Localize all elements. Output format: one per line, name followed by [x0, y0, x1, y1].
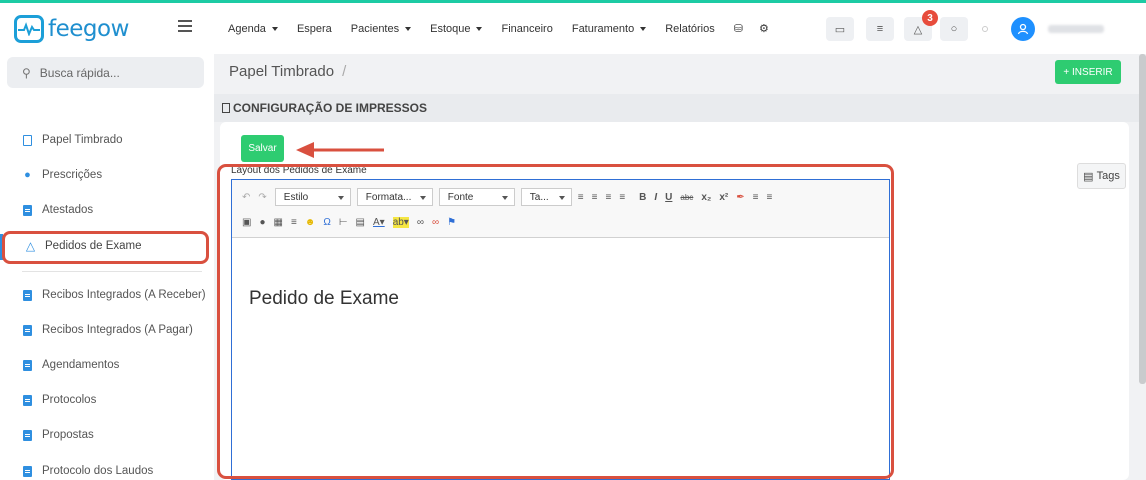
document-plus-icon — [22, 204, 33, 216]
document-icon — [22, 429, 33, 441]
annotation-highlight — [2, 231, 209, 264]
nav-item-agenda[interactable]: Agenda — [228, 23, 278, 35]
document-icon — [22, 289, 33, 301]
sidebar-item-protocolos[interactable]: Protocolos — [0, 385, 214, 415]
document-icon — [222, 103, 230, 113]
tags-button[interactable]: ▤ Tags — [1077, 163, 1126, 189]
search-icon: ⚲ — [22, 65, 31, 80]
nav-item-financeiro[interactable]: Financeiro — [501, 23, 552, 35]
user-name-blurred[interactable] — [1048, 25, 1104, 33]
caret-down-icon — [405, 26, 412, 31]
page-scrollbar[interactable] — [1139, 54, 1146, 384]
sidebar-item-recibos-receber[interactable]: Recibos Integrados (A Receber) — [0, 280, 214, 310]
status-dot — [982, 26, 988, 32]
menu-toggle-icon[interactable] — [178, 20, 192, 35]
heartbeat-icon — [14, 14, 44, 43]
nav-item-espera[interactable]: Espera — [297, 23, 332, 35]
save-button[interactable]: Salvar — [241, 135, 284, 162]
list-icon: ▤ — [1083, 170, 1094, 183]
top-bar: feegow Agenda Espera Pacientes Estoque F… — [0, 0, 1146, 54]
gear-icon[interactable]: ⚙ — [759, 22, 769, 35]
main-nav: Agenda Espera Pacientes Estoque Financei… — [228, 3, 785, 54]
document-icon — [22, 359, 33, 371]
document-icon — [22, 394, 33, 406]
pills-icon: ● — [24, 169, 31, 181]
notification-badge: 3 — [922, 10, 938, 26]
user-avatar[interactable] — [1011, 17, 1035, 41]
chat-icon[interactable]: ○ — [940, 17, 968, 41]
sidebar-item-atestados[interactable]: Atestados — [0, 195, 214, 225]
checklist-icon[interactable]: ≡ — [866, 17, 894, 41]
sidebar-item-prescricoes[interactable]: ● Prescrições — [0, 160, 214, 190]
document-icon — [22, 465, 33, 477]
nav-item-pacientes[interactable]: Pacientes — [351, 23, 412, 35]
inbox-icon[interactable]: ▭ — [826, 17, 854, 41]
sidebar: ⚲ Busca rápida... Papel Timbrado ● Presc… — [0, 54, 214, 480]
annotation-arrow — [296, 142, 384, 158]
search-input[interactable]: ⚲ Busca rápida... — [7, 57, 204, 88]
divider — [22, 271, 202, 272]
bell-icon: △ — [913, 23, 923, 36]
section-header: CONFIGURAÇÃO DE IMPRESSOS — [214, 94, 1146, 122]
caret-down-icon — [640, 26, 647, 31]
page-title: Papel Timbrado / — [229, 63, 347, 80]
nav-item-faturamento[interactable]: Faturamento — [572, 23, 647, 35]
insert-button[interactable]: + INSERIR — [1055, 60, 1121, 84]
database-icon[interactable]: ⛁ — [734, 22, 743, 35]
caret-down-icon — [476, 26, 483, 31]
brand-name: feegow — [48, 15, 129, 42]
annotation-highlight — [217, 164, 894, 479]
document-icon — [22, 134, 33, 146]
sidebar-item-recibos-pagar[interactable]: Recibos Integrados (A Pagar) — [0, 315, 214, 345]
caret-down-icon — [271, 26, 278, 31]
document-icon — [22, 324, 33, 336]
nav-item-relatorios[interactable]: Relatórios — [665, 23, 715, 35]
sidebar-item-agendamentos[interactable]: Agendamentos — [0, 350, 214, 380]
sidebar-item-papel-timbrado[interactable]: Papel Timbrado — [0, 125, 214, 155]
sidebar-item-protocolo-laudos[interactable]: Protocolo dos Laudos — [0, 456, 214, 480]
sidebar-item-propostas[interactable]: Propostas — [0, 420, 214, 450]
user-icon — [1017, 23, 1029, 35]
nav-item-estoque[interactable]: Estoque — [430, 23, 483, 35]
notifications-button[interactable]: △ 3 — [904, 10, 938, 41]
